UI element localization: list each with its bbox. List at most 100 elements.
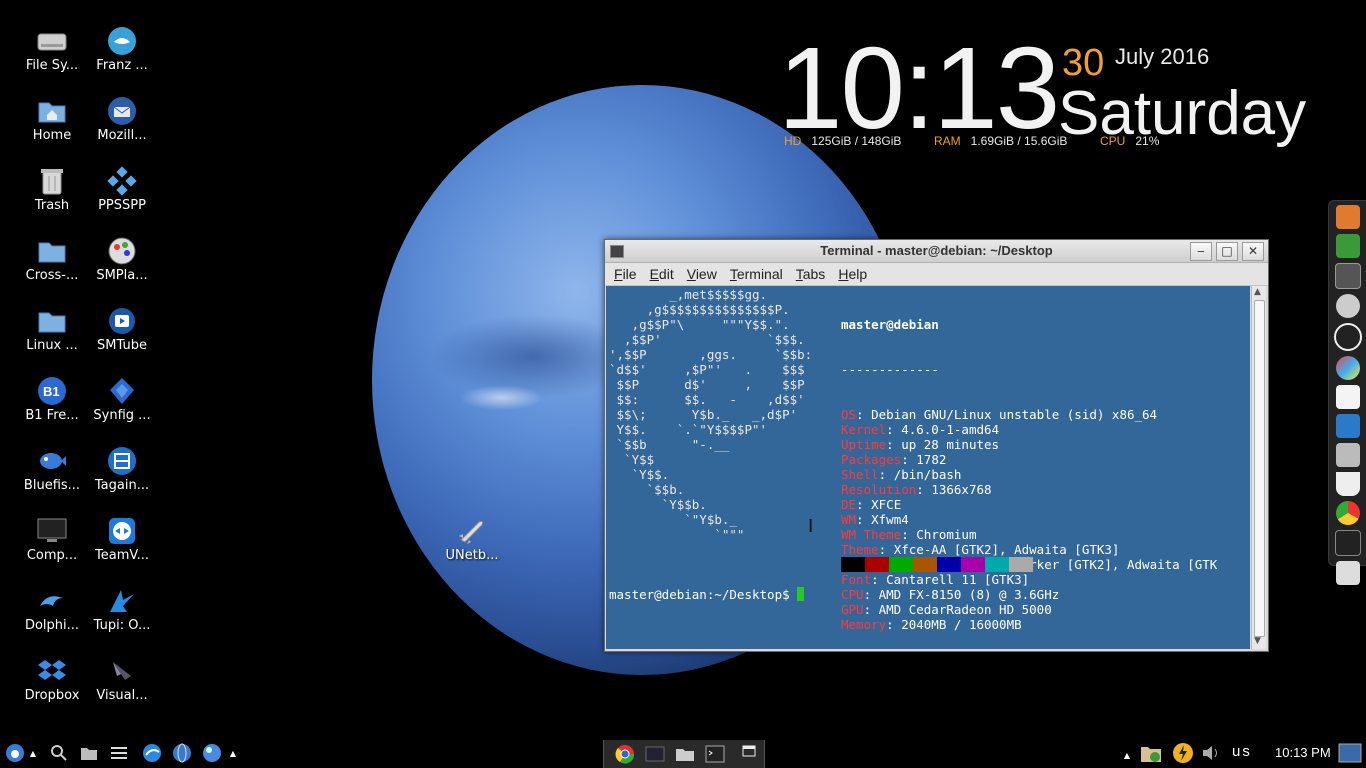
terminal-menubar: File Edit View Terminal Tabs Help [605,263,1268,286]
menu-tabs[interactable]: Tabs [796,266,826,282]
coffee-icon[interactable] [1336,472,1360,496]
info-value: : AMD CedarRadeon HD 5000 [863,602,1052,617]
volume-icon[interactable] [1200,742,1222,764]
palette-swatch [937,557,961,572]
web-icon[interactable] [201,742,223,764]
chrome-icon[interactable] [1336,501,1360,525]
ppsspp-icon [105,166,139,196]
terminal-icon[interactable] [704,743,726,765]
window-icon[interactable] [738,740,760,762]
desktop-icon-mozilla[interactable]: Mozill... [87,96,157,160]
computer-icon [35,516,69,546]
show-desktop-icon[interactable] [1337,742,1363,764]
desktop-icon-tagainijisho[interactable]: Tagain... [87,446,157,510]
desktop-icon-file-system[interactable]: File Sy... [17,26,87,90]
info-row: Font: Cantarell 11 [GTK3] [841,572,1217,587]
ascii-line: `d$$' ,$P"' . $$$ [609,362,805,377]
shell-prompt[interactable]: master@debian:~/Desktop$ [609,587,805,602]
info-key: Theme [841,542,879,557]
menu-file[interactable]: File [614,266,637,282]
menu-help[interactable]: Help [838,266,867,282]
info-value: : up 28 minutes [886,437,1000,452]
desktop-icon-dolphin[interactable]: Dolphi... [17,586,87,650]
desktop-icon-cross[interactable]: Cross-... [17,236,87,300]
cpu-usage: CPU 21% [1100,134,1160,148]
browser-icon[interactable] [141,742,163,764]
document-icon[interactable] [1336,385,1360,409]
desktop-icon-computer[interactable]: Comp... [17,516,87,580]
scroll-thumb[interactable] [1254,300,1265,637]
desktop-icon-synfig[interactable]: Synfig ... [87,376,157,440]
taskbar-group [603,740,765,768]
desktop-icon-home[interactable]: Home [17,96,87,160]
panel-clock[interactable]: 10:13 PM [1275,745,1331,760]
menu-terminal[interactable]: Terminal [730,266,783,282]
desktop-icon-teamviewer[interactable]: TeamV... [87,516,157,580]
terminal-output[interactable]: _,met$$$$$gg. ,g$$$$$$$$$$$$$$$P. ,g$$P"… [606,286,1250,649]
maximize-button[interactable]: □ [1216,242,1238,261]
updates-icon[interactable] [1140,742,1162,764]
anchor-icon[interactable] [1336,205,1360,229]
monitor-icon[interactable] [1336,414,1360,438]
info-row: CPU: AMD FX-8150 (8) @ 3.6GHz [841,587,1217,602]
info-value: : 2040MB / 16000MB [886,617,1022,632]
desktop-icon-bluefish[interactable]: Bluefis... [17,446,87,510]
screen-icon[interactable] [644,743,666,765]
calculator-icon[interactable] [1335,263,1361,289]
desktop-icon-ppsspp[interactable]: PPSSPP [87,166,157,230]
desktop-icon-dropbox[interactable]: Dropbox [17,656,87,720]
ascii-line: $$\; Y$b._ _,d$P' [609,407,798,422]
info-key: WM [841,512,857,527]
desktop-icon-tupi[interactable]: Tupi: O... [87,586,157,650]
launcher-expand-icon[interactable]: ▲ [228,742,238,764]
ascii-line: ,$$P' `$$$. [609,332,805,347]
files-icon[interactable] [78,742,100,764]
menu-icon[interactable] [4,742,26,764]
scroll-up-icon[interactable]: ▲ [1254,287,1261,297]
menu-expand-icon[interactable]: ▲ [28,742,38,764]
info-key: Packages [841,452,902,467]
folder-icon[interactable] [674,743,696,765]
download-icon[interactable] [1336,234,1360,258]
clock-weekday: Saturday [1058,79,1307,148]
terminal-window: Terminal - master@debian: ~/Desktop ‒ □ … [604,239,1269,652]
folder-icon[interactable] [1336,443,1360,467]
info-value: : Chromium [901,527,977,542]
terminal-icon[interactable] [1335,530,1361,556]
keyboard-layout-indicator[interactable]: us [1232,743,1252,760]
power-icon[interactable] [1172,742,1194,764]
trash-icon[interactable] [1336,561,1360,585]
tray-expand-icon[interactable]: ▲ [1122,744,1132,766]
close-button[interactable]: ✕ [1242,242,1264,261]
menu-edit[interactable]: Edit [650,266,674,282]
desktop-icon-smplayer[interactable]: SMPla... [87,236,157,300]
desktop-icon-visual[interactable]: Visual... [87,656,157,720]
desktop-icon-franz[interactable]: Franz ... [87,26,157,90]
scroll-down-icon[interactable]: ▼ [1254,636,1261,646]
folder-icon [35,306,69,336]
minimize-button[interactable]: ‒ [1190,242,1212,261]
terminal-titlebar[interactable]: Terminal - master@debian: ~/Desktop ‒ □ … [605,240,1268,263]
synfig-icon [105,376,139,406]
alien-icon[interactable] [1336,294,1360,318]
list-icon[interactable] [108,742,130,764]
desktop-icon-linux[interactable]: Linux ... [17,306,87,370]
desktop-icon-smtube[interactable]: SMTube [87,306,157,370]
desktop-icon-unetbootin[interactable]: UNetb... [437,516,507,580]
color-palette [841,557,1033,572]
teamviewer-icon [105,516,139,546]
chrome-icon[interactable] [614,743,636,765]
desktop-icon-b1[interactable]: B1 B1 Fre... [17,376,87,440]
info-row: WM Theme: Chromium [841,527,1217,542]
palette-swatch [961,557,985,572]
color-picker-icon[interactable] [1336,356,1360,380]
home-folder-icon [35,96,69,126]
menu-view[interactable]: View [687,266,717,282]
info-row: DE: XFCE [841,497,1217,512]
globe-icon[interactable] [171,742,193,764]
terminal-scrollbar[interactable]: ▲ ▼ [1251,286,1266,649]
search-icon[interactable] [48,742,70,764]
palette-swatch [1009,557,1033,572]
desktop-icon-trash[interactable]: Trash [17,166,87,230]
owl-icon[interactable] [1334,323,1362,351]
